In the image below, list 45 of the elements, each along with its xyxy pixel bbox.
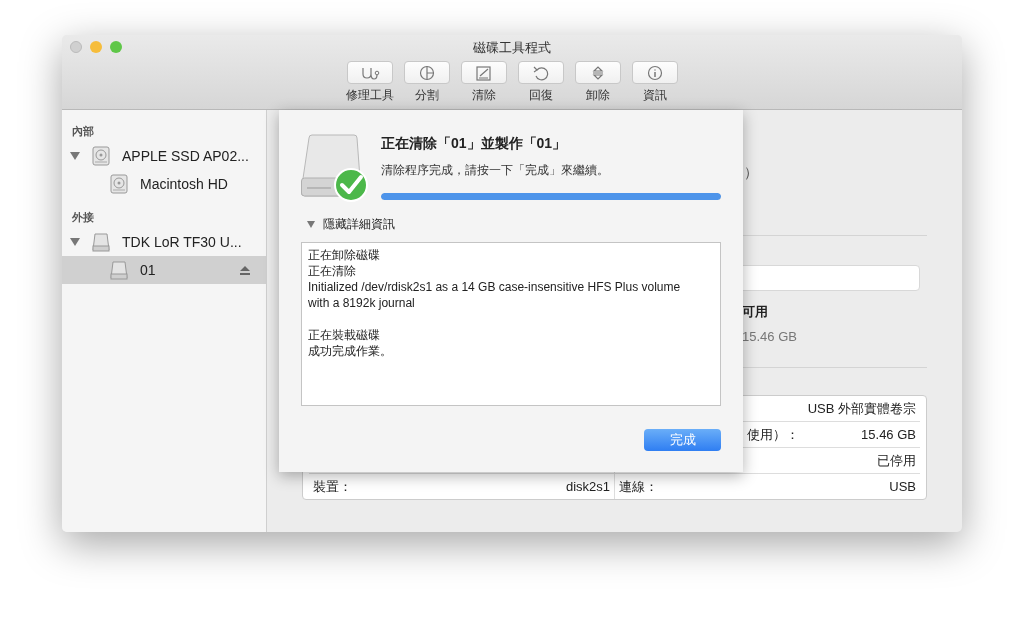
toolbar-label: 修理工具 bbox=[345, 87, 394, 104]
window-title: 磁碟工具程式 bbox=[473, 39, 551, 57]
info-value: 15.46 GB bbox=[861, 427, 916, 442]
toolbar-label: 分割 bbox=[414, 87, 439, 104]
sidebar-item[interactable]: TDK LoR TF30 U... bbox=[62, 228, 266, 256]
log-line: 成功完成作業。 bbox=[308, 343, 393, 359]
section-header: 外接 bbox=[71, 210, 95, 225]
info-value: 已停用 bbox=[877, 451, 916, 470]
sidebar-item[interactable]: 01 bbox=[62, 256, 266, 284]
toolbar-button[interactable] bbox=[574, 61, 621, 84]
info-label: 使用）： bbox=[747, 425, 799, 444]
drive-icon bbox=[92, 232, 110, 252]
info-label: 連線： bbox=[619, 477, 658, 496]
log-line: 正在裝載磁碟 bbox=[308, 327, 381, 343]
log-line: 正在清除 bbox=[308, 263, 357, 279]
toolbar-button[interactable] bbox=[346, 61, 393, 84]
sheet-message: 清除程序完成，請按一下「完成」來繼續。 bbox=[381, 162, 610, 179]
sidebar-item[interactable]: Macintosh HD bbox=[62, 170, 266, 198]
sidebar-item[interactable]: APPLE SSD AP02... bbox=[62, 142, 266, 170]
sheet-title: 正在清除「01」並製作「01」 bbox=[381, 135, 568, 153]
toolbar-label: 資訊 bbox=[642, 87, 667, 104]
info-label: 裝置： bbox=[313, 477, 352, 496]
info-value: USB bbox=[889, 479, 916, 494]
log-line: Initialized /dev/rdisk2s1 as a 14 GB case-insensitive HFS Plus volume with a 8192k journal bbox=[308, 279, 682, 311]
expanded-triangle-icon[interactable] bbox=[70, 152, 80, 160]
toolbar-button[interactable] bbox=[460, 61, 507, 84]
toolbar-button[interactable] bbox=[403, 61, 450, 84]
subtitle-text: ） bbox=[744, 163, 758, 182]
section-header: 內部 bbox=[71, 124, 95, 139]
toolbar-label: 卸除 bbox=[585, 87, 610, 104]
log-line: 正在卸除磁碟 bbox=[308, 247, 381, 263]
info-value: disk2s1 bbox=[565, 479, 610, 494]
available-label: 可用 bbox=[742, 303, 769, 321]
expanded-triangle-icon[interactable] bbox=[70, 238, 80, 246]
eject-icon[interactable] bbox=[240, 265, 250, 275]
toolbar-label: 清除 bbox=[471, 87, 496, 104]
drive-icon bbox=[110, 260, 128, 280]
details-disclosure[interactable]: 隱藏詳細資訊 bbox=[301, 216, 395, 233]
toolbar-button[interactable] bbox=[631, 61, 678, 84]
toolbar-label: 回復 bbox=[528, 87, 553, 104]
available-value: 15.46 GB bbox=[742, 329, 798, 344]
drive-check-icon bbox=[301, 134, 371, 202]
info-value: USB 外部實體卷宗 bbox=[807, 399, 916, 418]
zoom-button[interactable] bbox=[110, 41, 122, 53]
toolbar-button[interactable] bbox=[517, 61, 564, 84]
